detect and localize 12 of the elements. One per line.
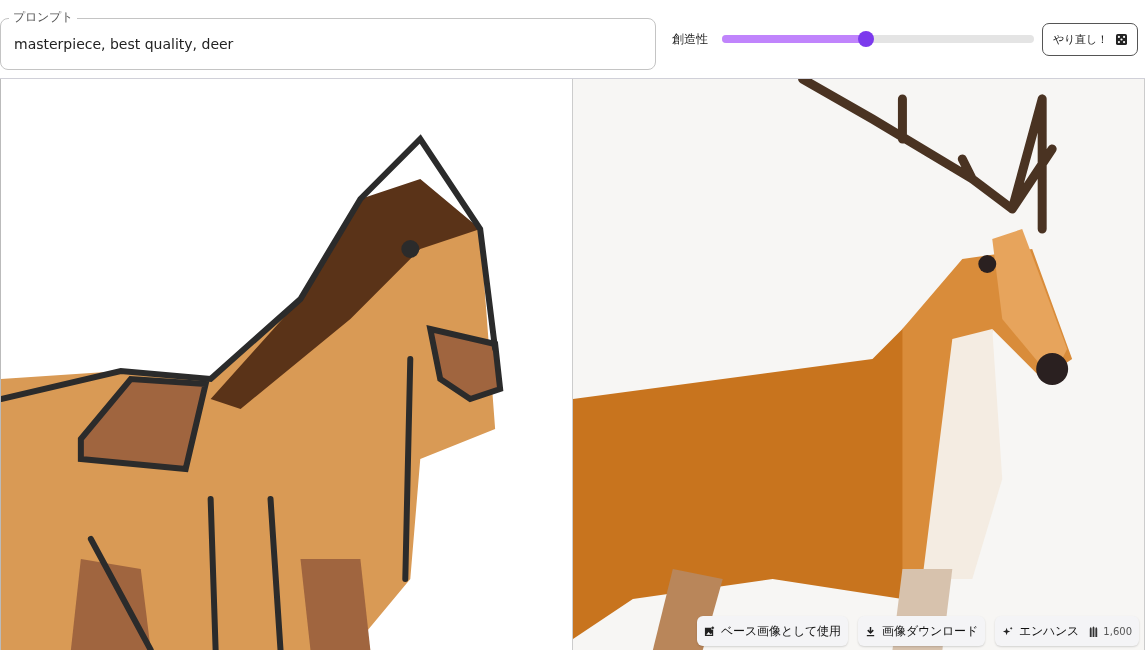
- dice-icon: [1116, 33, 1127, 45]
- base-button[interactable]: ベース画像として使用: [697, 616, 849, 646]
- sparkle-icon: [1002, 625, 1014, 637]
- download-button[interactable]: 画像ダウンロード: [858, 616, 986, 646]
- enhance-button[interactable]: エンハンス 1,600: [995, 616, 1139, 646]
- download-icon: [865, 625, 877, 637]
- cost-count: 1,600: [1103, 625, 1132, 637]
- image-add-icon: [704, 625, 716, 637]
- creativity-label: 創造性: [672, 30, 708, 48]
- prompt-label: プロンプト: [9, 10, 77, 24]
- slider-thumb[interactable]: [857, 31, 874, 47]
- retry-button[interactable]: やり直し！: [1042, 22, 1138, 56]
